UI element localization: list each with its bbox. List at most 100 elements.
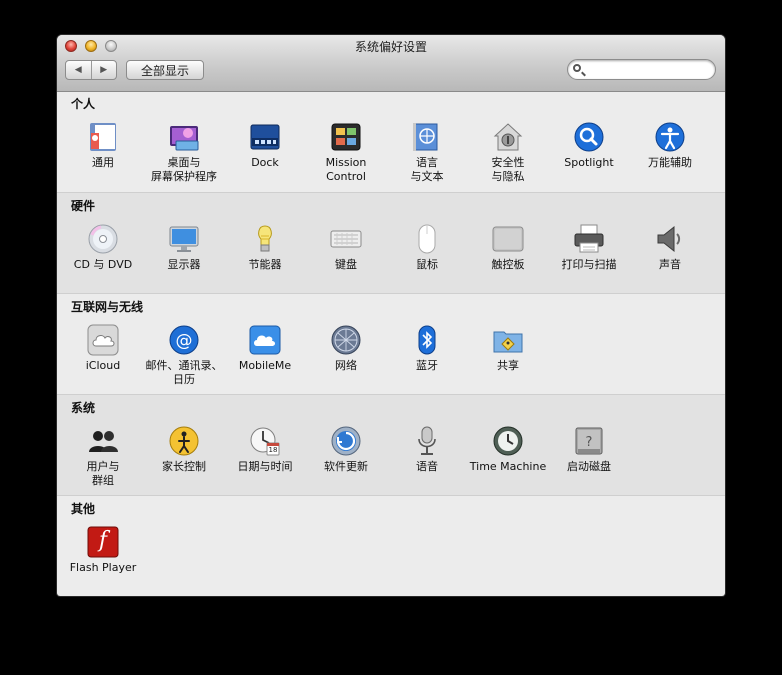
pref-label: 网络 [335,359,357,372]
back-button[interactable]: ◀ [66,61,92,79]
pref-label: 共享 [497,359,519,372]
pref-label: MobileMe [238,359,292,372]
pref-time-machine[interactable]: Time Machine [466,425,550,474]
back-forward-control: ◀ ▶ [65,60,117,80]
pref-spotlight[interactable]: Spotlight [547,121,631,170]
time-machine-icon [492,425,524,457]
section-title: 其他 [71,502,96,516]
pref-label: 节能器 [248,258,282,271]
pref-printer[interactable]: 打印与扫描 [547,223,631,272]
pref-trackpad[interactable]: 触控板 [466,223,550,272]
pref-label: 用户与 群组 [86,460,120,487]
pref-parental-controls[interactable]: 家长控制 [142,425,226,474]
pref-label: 语言 与文本 [410,156,444,183]
pref-accessibility[interactable]: 万能辅助 [628,121,712,170]
pref-label: Flash Player [69,561,137,574]
pref-startup-disk[interactable]: ? 启动磁盘 [547,425,631,474]
pref-cd[interactable]: CD 与 DVD [61,223,145,272]
parental-controls-icon [168,425,200,457]
pref-mail[interactable]: @ 邮件、通讯录、 日历 [142,324,226,387]
section-personal: 个人 通用 桌面与 屏幕保护程序 Dock Mission Control 语言 与文本… [57,91,725,193]
pref-label: CD 与 DVD [73,258,133,271]
svg-text:@: @ [176,331,193,351]
speaker-icon [654,223,686,255]
pref-dock[interactable]: Dock [223,121,307,170]
pref-keyboard[interactable]: 键盘 [304,223,388,272]
pref-label: 声音 [659,258,681,271]
mobileme-icon [249,324,281,356]
pref-label: Spotlight [564,156,614,169]
language-icon [411,121,443,153]
spotlight-icon [573,121,605,153]
pref-label: 鼠标 [416,258,438,271]
network-icon [330,324,362,356]
bluetooth-icon [411,324,443,356]
cd-icon [87,223,119,255]
general-icon [87,121,119,153]
sharing-icon [492,324,524,356]
pref-software-update[interactable]: 软件更新 [304,425,388,474]
pref-date-time[interactable]: 18 日期与时间 [223,425,307,474]
pref-icloud[interactable]: iCloud [61,324,145,373]
mouse-icon [411,223,443,255]
section-title: 硬件 [71,199,96,213]
pref-sharing[interactable]: 共享 [466,324,550,373]
pref-energy-saver[interactable]: 节能器 [223,223,307,272]
mail-icon: @ [168,324,200,356]
pref-label: Mission Control [325,156,367,183]
search-field[interactable] [567,59,716,80]
section-system: 系统 用户与 群组 家长控制 18 日期与时间 软件更新 语音 Time Machine? 启… [57,395,725,496]
pref-display[interactable]: 显示器 [142,223,226,272]
section-internet-wireless: 互联网与无线 iCloud @ 邮件、通讯录、 日历 MobileMe 网络 蓝牙 共享 [57,294,725,395]
forward-button[interactable]: ▶ [92,61,117,79]
pref-label: 启动磁盘 [567,460,611,473]
section-other: 其他 f Flash Player [57,496,725,596]
pref-desktop[interactable]: 桌面与 屏幕保护程序 [142,121,226,184]
pref-mobileme[interactable]: MobileMe [223,324,307,373]
calendar-day-badge: 18 [268,446,278,454]
pref-label: 语音 [416,460,438,473]
flash-glyph: f [98,528,108,553]
pref-label: 蓝牙 [416,359,438,372]
pref-label: 通用 [92,156,114,169]
pref-label: 安全性 与隐私 [491,156,525,183]
pref-label: Dock [251,156,279,169]
pref-network[interactable]: 网络 [304,324,388,373]
mission-control-icon [330,121,362,153]
pref-language[interactable]: 语言 与文本 [385,121,469,184]
desktop-icon [168,121,200,153]
pref-label: iCloud [85,359,121,372]
search-input[interactable] [588,62,714,79]
pref-general[interactable]: 通用 [61,121,145,170]
system-preferences-window: 系统偏好设置 ◀ ▶ 全部显示 个人 通用 桌面与 屏幕保护程序 Dock Missi… [57,35,725,596]
show-all-button[interactable]: 全部显示 [126,60,204,80]
pref-users[interactable]: 用户与 群组 [61,425,145,488]
energy-saver-icon [249,223,281,255]
section-title: 互联网与无线 [71,300,144,314]
dock-icon [249,121,281,153]
pref-security[interactable]: 安全性 与隐私 [466,121,550,184]
pref-label: 桌面与 屏幕保护程序 [151,156,217,183]
pref-speaker[interactable]: 声音 [628,223,712,272]
pref-label: 日期与时间 [237,460,293,473]
pref-bluetooth[interactable]: 蓝牙 [385,324,469,373]
pref-label: 家长控制 [162,460,206,473]
date-time-icon: 18 [249,425,281,457]
pref-label: 邮件、通讯录、 日历 [145,359,223,386]
pref-mouse[interactable]: 鼠标 [385,223,469,272]
trackpad-icon [492,223,524,255]
pref-label: Time Machine [469,460,547,473]
keyboard-icon [330,223,362,255]
pref-label: 打印与扫描 [561,258,617,271]
pref-mission-control[interactable]: Mission Control [304,121,388,184]
accessibility-icon [654,121,686,153]
pref-flash[interactable]: f Flash Player [61,526,145,575]
pref-microphone[interactable]: 语音 [385,425,469,474]
pref-label: 万能辅助 [648,156,692,169]
microphone-icon [411,425,443,457]
pref-label: 键盘 [335,258,357,271]
section-title: 系统 [71,401,96,415]
pref-label: 触控板 [491,258,525,271]
display-icon [168,223,200,255]
pref-label: 显示器 [167,258,201,271]
